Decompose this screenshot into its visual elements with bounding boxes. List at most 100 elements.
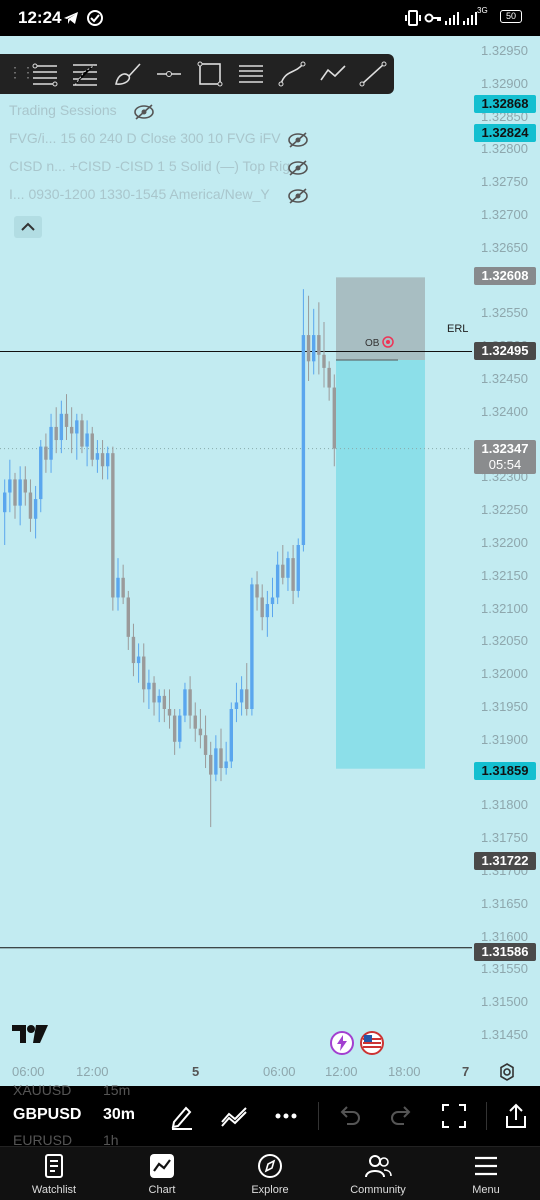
candle[interactable] — [18, 479, 22, 506]
nav-chart[interactable]: Chart — [108, 1147, 216, 1200]
candle[interactable] — [54, 426, 58, 441]
candle[interactable] — [80, 420, 84, 447]
candle[interactable] — [95, 453, 100, 460]
candle[interactable] — [106, 453, 110, 467]
candle[interactable] — [126, 597, 130, 637]
candle[interactable] — [327, 367, 331, 388]
candle[interactable] — [147, 682, 151, 690]
candle[interactable] — [250, 584, 254, 709]
candle[interactable] — [8, 479, 12, 493]
take-profit-zone[interactable] — [336, 360, 425, 769]
draw-pen-icon[interactable] — [168, 1102, 196, 1130]
candle[interactable] — [33, 499, 38, 519]
candle[interactable] — [306, 335, 311, 362]
candle[interactable] — [111, 453, 115, 598]
candle[interactable] — [64, 413, 69, 427]
candle[interactable] — [28, 492, 33, 519]
candle[interactable] — [188, 689, 192, 716]
candle[interactable] — [172, 715, 177, 742]
candle[interactable] — [142, 656, 146, 690]
chart-settings-icon[interactable] — [497, 1062, 517, 1082]
indicator-trading-sessions[interactable]: Trading Sessions — [9, 102, 117, 124]
candle[interactable] — [209, 754, 213, 775]
candle[interactable] — [121, 577, 125, 598]
fib-extension-icon[interactable] — [70, 60, 100, 88]
candle[interactable] — [234, 702, 239, 709]
candle[interactable] — [301, 335, 306, 545]
candle[interactable] — [136, 656, 141, 664]
parallel-channel-icon[interactable] — [236, 60, 266, 88]
horizontal-line-icon[interactable] — [154, 60, 184, 88]
candle[interactable] — [245, 689, 249, 709]
nav-menu[interactable]: Menu — [432, 1147, 540, 1200]
candle[interactable] — [49, 426, 53, 460]
nav-community[interactable]: Community — [324, 1147, 432, 1200]
fullscreen-icon[interactable] — [440, 1102, 468, 1130]
candle[interactable] — [183, 689, 187, 716]
candle[interactable] — [39, 446, 43, 500]
candle[interactable] — [286, 558, 290, 578]
indicators-icon[interactable] — [220, 1102, 248, 1130]
candle[interactable] — [214, 748, 218, 775]
symbol-selector[interactable]: GBPUSD — [13, 1106, 81, 1124]
curve-icon[interactable] — [277, 60, 307, 88]
candle[interactable] — [260, 597, 264, 618]
candle[interactable] — [59, 413, 64, 441]
candle[interactable] — [23, 479, 27, 493]
candle[interactable] — [152, 682, 156, 703]
path-icon[interactable] — [318, 60, 348, 88]
eye-hidden-icon[interactable] — [287, 159, 309, 177]
candle[interactable] — [322, 354, 326, 368]
candle[interactable] — [157, 695, 161, 703]
fib-retracement-icon[interactable] — [30, 60, 60, 88]
candle[interactable] — [255, 584, 259, 598]
rectangle-icon[interactable] — [195, 60, 225, 88]
eye-hidden-icon[interactable] — [133, 103, 155, 121]
candle[interactable] — [193, 715, 197, 729]
candle[interactable] — [131, 636, 136, 664]
eye-hidden-icon[interactable] — [287, 131, 309, 149]
candle[interactable] — [90, 433, 94, 460]
indicator-fvg[interactable]: FVG/i... 15 60 240 D Close 300 10 FVG iF… — [9, 130, 281, 152]
candle[interactable] — [69, 426, 74, 434]
candle[interactable] — [116, 577, 120, 598]
chart-area[interactable]: OB ERL ⋮⋮ Trading Sessions FVG/i... 15 6… — [0, 36, 540, 1086]
candle[interactable] — [265, 604, 270, 618]
us-flag-icon[interactable] — [360, 1031, 384, 1055]
candle[interactable] — [167, 709, 172, 716]
trend-line-icon[interactable] — [358, 60, 388, 88]
candle[interactable] — [312, 335, 316, 362]
candle[interactable] — [178, 715, 182, 742]
indicator-sessions-ny[interactable]: I... 0930-1200 1330-1545 America/New_Y — [9, 186, 270, 208]
candle[interactable] — [239, 689, 244, 703]
nav-watchlist[interactable]: Watchlist — [0, 1147, 108, 1200]
redo-icon[interactable] — [388, 1102, 416, 1130]
candle[interactable] — [281, 564, 285, 578]
nav-explore[interactable]: Explore — [216, 1147, 324, 1200]
candle[interactable] — [229, 709, 233, 762]
candle[interactable] — [162, 695, 167, 709]
candle[interactable] — [275, 564, 280, 598]
candle[interactable] — [75, 420, 79, 434]
candle[interactable] — [291, 558, 295, 591]
brush-icon[interactable] — [113, 60, 143, 88]
candle[interactable] — [85, 433, 89, 447]
timeframe-prev[interactable]: 15m — [103, 1082, 130, 1098]
candle[interactable] — [203, 735, 208, 755]
candle[interactable] — [224, 761, 228, 769]
candle[interactable] — [219, 748, 223, 769]
candle[interactable] — [270, 597, 275, 605]
undo-icon[interactable] — [335, 1102, 363, 1130]
candle[interactable] — [317, 335, 321, 355]
stop-loss-zone[interactable] — [336, 277, 425, 361]
flash-event-icon[interactable] — [330, 1031, 354, 1055]
candle[interactable] — [3, 492, 7, 513]
candle[interactable] — [100, 453, 105, 467]
symbol-prev[interactable]: XAUUSD — [13, 1082, 71, 1098]
candle[interactable] — [44, 446, 48, 460]
indicator-cisd[interactable]: CISD n... +CISD -CISD 1 5 Solid (—) Top … — [9, 158, 290, 180]
timeframe-selector[interactable]: 30m — [103, 1106, 135, 1124]
share-icon[interactable] — [502, 1102, 530, 1130]
eye-hidden-icon[interactable] — [287, 187, 309, 205]
candle[interactable] — [13, 479, 17, 506]
